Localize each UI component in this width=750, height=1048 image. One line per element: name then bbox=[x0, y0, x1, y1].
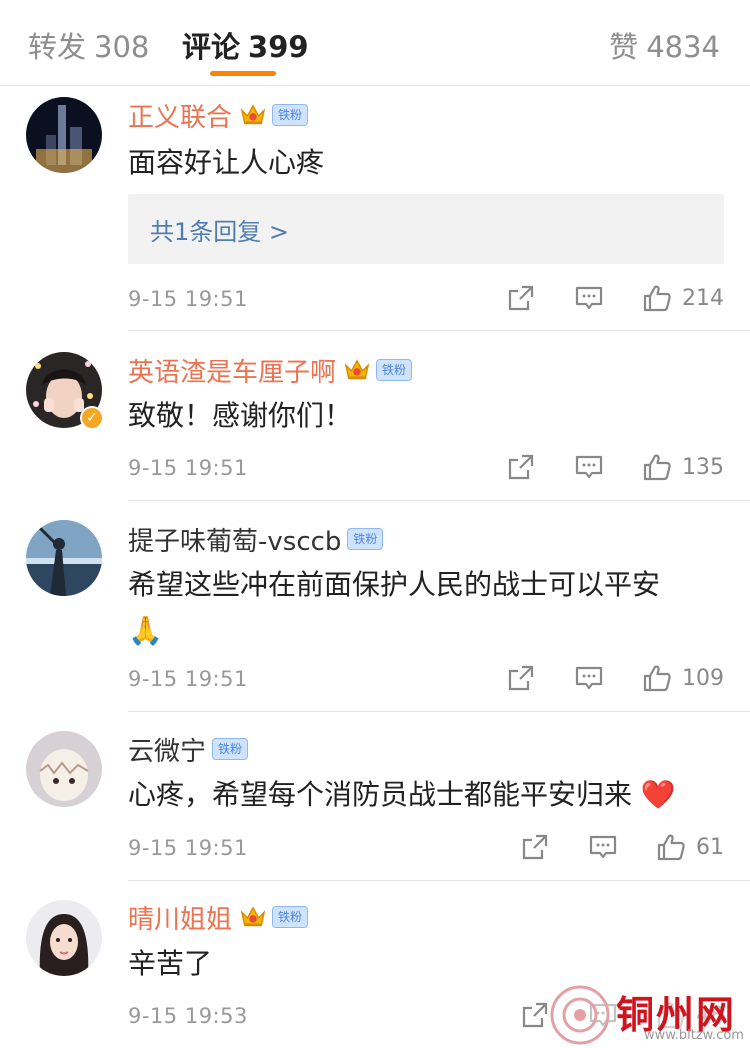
share-icon[interactable] bbox=[506, 283, 536, 313]
divider bbox=[128, 330, 750, 331]
name-row: 正义联合 铁粉 bbox=[128, 97, 309, 134]
tab-comment-count: 399 bbox=[248, 30, 309, 64]
commenter-name[interactable]: 英语渣是车厘子啊 bbox=[128, 352, 336, 389]
comment-timestamp: 9-15 19:51 bbox=[128, 456, 248, 480]
name-row: 云微宁 铁粉 bbox=[128, 731, 249, 768]
divider bbox=[128, 711, 750, 712]
avatar[interactable] bbox=[26, 520, 102, 596]
comment-tabs: 转发 308 评论 399 赞 4834 bbox=[0, 0, 750, 86]
divider bbox=[128, 500, 750, 501]
commenter-name[interactable]: 晴川姐姐 bbox=[128, 899, 232, 936]
comment-text: 面容好让人心疼 bbox=[128, 146, 325, 179]
commenter-name[interactable]: 云微宁 bbox=[128, 731, 206, 768]
like-count: 135 bbox=[682, 454, 724, 480]
tab-like[interactable]: 赞 4834 bbox=[609, 24, 720, 66]
like-icon[interactable] bbox=[642, 283, 672, 313]
site-watermark: 铜州网 www.bltzw.com bbox=[548, 982, 750, 1048]
share-icon[interactable] bbox=[520, 1000, 550, 1030]
fan-badge: 铁粉 bbox=[272, 906, 309, 928]
divider bbox=[128, 880, 750, 881]
watermark-logo-icon bbox=[550, 985, 610, 1045]
tab-like-count: 4834 bbox=[646, 30, 720, 64]
comment-timestamp: 9-15 19:51 bbox=[128, 667, 248, 691]
name-row: 提子味葡萄-vsccb 铁粉 bbox=[128, 521, 384, 558]
commenter-name[interactable]: 提子味葡萄-vsccb bbox=[128, 521, 341, 558]
commenter-name[interactable]: 正义联合 bbox=[128, 97, 232, 134]
tab-repost-count: 308 bbox=[94, 30, 150, 64]
reply-icon[interactable] bbox=[574, 452, 604, 482]
comment-text: 心疼，希望每个消防员战士都能平安归来 ❤️ bbox=[128, 778, 676, 811]
comment-timestamp: 9-15 19:51 bbox=[128, 287, 248, 311]
share-icon[interactable] bbox=[520, 832, 550, 862]
comment-timestamp: 9-15 19:53 bbox=[128, 1004, 248, 1028]
like-icon[interactable] bbox=[656, 832, 686, 862]
comment-text: 致敬！感谢你们！ bbox=[128, 399, 353, 432]
like-icon[interactable] bbox=[642, 663, 672, 693]
crown-icon bbox=[344, 358, 370, 382]
fan-badge: 铁粉 bbox=[347, 528, 384, 550]
reply-icon[interactable] bbox=[574, 283, 604, 313]
reply-icon[interactable] bbox=[574, 663, 604, 693]
share-icon[interactable] bbox=[506, 452, 536, 482]
name-row: 晴川姐姐 铁粉 bbox=[128, 899, 309, 936]
name-row: 英语渣是车厘子啊 铁粉 bbox=[128, 352, 413, 389]
verified-badge-icon: ✓ bbox=[80, 406, 104, 430]
like-icon[interactable] bbox=[642, 452, 672, 482]
comment-text-line: 希望这些冲在前面保护人民的战士可以平安 bbox=[128, 568, 661, 601]
fan-badge: 铁粉 bbox=[376, 359, 413, 381]
reply-link[interactable]: 共1条回复 > bbox=[150, 212, 289, 247]
avatar[interactable] bbox=[26, 731, 102, 807]
reply-icon[interactable] bbox=[588, 832, 618, 862]
comment-text: 辛苦了 bbox=[128, 947, 213, 980]
like-count: 214 bbox=[682, 285, 724, 311]
crown-icon bbox=[240, 905, 266, 929]
fan-badge: 铁粉 bbox=[272, 104, 309, 126]
tab-like-label: 赞 bbox=[609, 30, 639, 64]
avatar[interactable] bbox=[26, 97, 102, 173]
share-icon[interactable] bbox=[506, 663, 536, 693]
reply-box[interactable]: 共1条回复 > bbox=[128, 194, 724, 264]
tab-comment[interactable]: 评论 399 bbox=[182, 24, 309, 66]
comment-text: 希望这些冲在前面保护人民的战士可以平安 🙏 bbox=[128, 562, 728, 654]
active-tab-indicator bbox=[210, 71, 276, 76]
avatar[interactable] bbox=[26, 900, 102, 976]
pray-emoji-icon: 🙏 bbox=[128, 614, 163, 647]
tab-comment-label: 评论 bbox=[182, 30, 241, 64]
tab-repost-label: 转发 bbox=[28, 30, 87, 64]
like-count: 109 bbox=[682, 665, 724, 691]
tab-repost[interactable]: 转发 308 bbox=[28, 24, 149, 66]
comment-timestamp: 9-15 19:51 bbox=[128, 836, 248, 860]
watermark-url: www.bltzw.com bbox=[644, 1028, 744, 1043]
like-count: 61 bbox=[696, 834, 724, 860]
fan-badge: 铁粉 bbox=[212, 738, 249, 760]
crown-icon bbox=[240, 103, 266, 127]
